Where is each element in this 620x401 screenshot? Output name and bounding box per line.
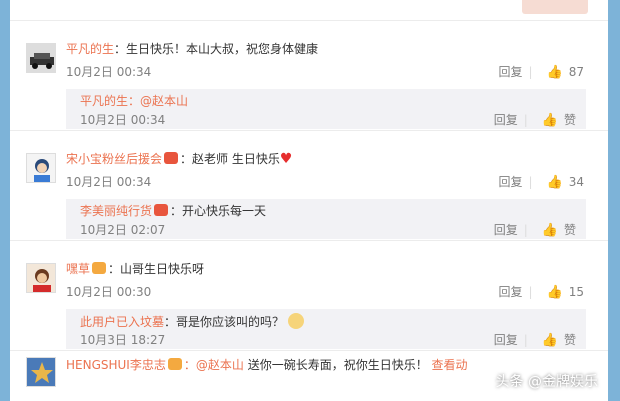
avatar[interactable]	[26, 263, 56, 293]
reply-box: 李美丽纯行货 ：开心快乐每一天 10月2日 02:07 回复 | 👍 赞	[66, 199, 586, 239]
like-thumb-icon[interactable]: 👍	[547, 285, 563, 300]
like-label[interactable]: 赞	[564, 223, 576, 237]
comment-line: 宋小宝粉丝后援会 ：赵老师 生日快乐♥	[66, 151, 292, 167]
comment-date: 10月2日 00:34	[66, 175, 152, 189]
reply-username-link[interactable]: 李美丽纯行货	[80, 204, 152, 218]
like-thumb-icon[interactable]: 👍	[547, 65, 563, 80]
like-thumb-icon[interactable]: 👍	[542, 223, 558, 238]
like-thumb-icon[interactable]: 👍	[547, 175, 563, 190]
reply-date: 10月2日 02:07	[80, 223, 166, 237]
avatar[interactable]	[26, 357, 56, 387]
like-count: 87	[568, 65, 584, 79]
like-label[interactable]: 赞	[564, 333, 576, 347]
like-count: 34	[568, 175, 584, 189]
car-avatar-icon	[27, 44, 55, 72]
reply-button[interactable]: 回复	[498, 175, 522, 189]
reply-line: 此用户已入坟墓：哥是你应该叫的吗？	[80, 313, 305, 330]
comment-text: 送你一碗长寿面，祝你生日快乐！	[243, 358, 428, 372]
reply-actions: 回复 | 👍 赞	[488, 222, 576, 239]
comment-text: ：山哥生日快乐呀	[108, 262, 205, 276]
top-action-button[interactable]	[522, 0, 588, 14]
reply-actions: 回复 | 👍 赞	[488, 332, 576, 349]
comment-meta: 10月2日 00:34 回复 | 👍 87	[66, 64, 592, 80]
reply-date: 10月3日 18:27	[80, 333, 166, 347]
comment-panel: 平凡的生：生日快乐！本山大叔，祝您身体健康 10月2日 00:34 回复 | 👍 87…	[10, 0, 608, 401]
comment-line: HENGSHUI李忠志 ：@赵本山 送你一碗长寿面，祝你生日快乐！ 查看动	[66, 357, 468, 373]
divider: |	[523, 223, 528, 237]
vip-badge-icon	[92, 262, 107, 274]
fan-badge-icon	[164, 152, 179, 164]
reply-box: 平凡的生：@赵本山 10月2日 00:34 回复 | 👍 赞	[66, 89, 586, 129]
username-link[interactable]: 平凡的生	[66, 42, 114, 56]
like-count: 15	[568, 285, 584, 299]
comment-date: 10月2日 00:34	[66, 65, 152, 79]
doge-emoji-icon	[288, 313, 305, 329]
reply-actions: 回复 | 👍 赞	[488, 112, 576, 129]
fan-badge-icon	[154, 204, 169, 216]
view-more-link[interactable]: 查看动	[432, 358, 468, 372]
divider: |	[528, 65, 533, 79]
comment-date: 10月2日 00:30	[66, 285, 152, 299]
reply-button[interactable]: 回复	[494, 113, 518, 127]
top-bar	[10, 0, 608, 20]
comment-line: 嘿草 ：山哥生日快乐呀	[66, 261, 204, 277]
divider: |	[528, 175, 533, 189]
divider: |	[528, 285, 533, 299]
reply-text: ：哥是你应该叫的吗？	[164, 315, 285, 329]
avatar[interactable]	[26, 43, 56, 73]
vip-badge-icon	[167, 358, 182, 370]
reply-box: 此用户已入坟墓：哥是你应该叫的吗？ 10月3日 18:27 回复 | 👍 赞	[66, 309, 586, 349]
comment-item: 嘿草 ：山哥生日快乐呀 10月2日 00:30 回复 | 👍 15 此用户已入坟墓：哥是…	[10, 240, 608, 350]
comment-text: ：赵老师 生日快乐	[180, 152, 280, 166]
mention-link[interactable]: ：@赵本山	[184, 358, 244, 372]
reply-text[interactable]: ：@赵本山	[128, 94, 188, 108]
flag-avatar-icon	[27, 358, 55, 386]
reply-username-link[interactable]: 平凡的生	[80, 94, 128, 108]
reply-button[interactable]: 回复	[494, 223, 518, 237]
like-thumb-icon[interactable]: 👍	[542, 113, 558, 128]
reply-meta: 10月3日 18:27 回复 | 👍 赞	[80, 332, 576, 348]
username-link[interactable]: 嘿草	[66, 262, 90, 276]
username-link[interactable]: 宋小宝粉丝后援会	[66, 152, 162, 166]
comment-actions: 回复 | 👍 15	[492, 284, 584, 301]
comment-item: 宋小宝粉丝后援会 ：赵老师 生日快乐♥ 10月2日 00:34 回复 | 👍 34 李美…	[10, 130, 608, 240]
like-label[interactable]: 赞	[564, 113, 576, 127]
heart-emoji-icon: ♥	[279, 151, 293, 167]
reply-line: 平凡的生：@赵本山	[80, 93, 188, 109]
watermark: 头条 @金牌娱乐	[495, 374, 598, 390]
divider: |	[523, 113, 528, 127]
comment-text: ：生日快乐！本山大叔，祝您身体健康	[114, 42, 319, 56]
reply-meta: 10月2日 02:07 回复 | 👍 赞	[80, 222, 576, 238]
reply-date: 10月2日 00:34	[80, 113, 166, 127]
reply-button[interactable]: 回复	[494, 333, 518, 347]
comment-meta: 10月2日 00:34 回复 | 👍 34	[66, 174, 592, 190]
reply-text: ：开心快乐每一天	[170, 204, 267, 218]
reply-meta: 10月2日 00:34 回复 | 👍 赞	[80, 112, 576, 128]
reply-line: 李美丽纯行货 ：开心快乐每一天	[80, 203, 266, 219]
divider: |	[523, 333, 528, 347]
comment-actions: 回复 | 👍 34	[492, 174, 584, 191]
avatar[interactable]	[26, 153, 56, 183]
like-thumb-icon[interactable]: 👍	[542, 333, 558, 348]
comment-actions: 回复 | 👍 87	[492, 64, 584, 81]
reply-username-link[interactable]: 此用户已入坟墓	[80, 315, 164, 329]
comment-line: 平凡的生：生日快乐！本山大叔，祝您身体健康	[66, 41, 318, 57]
username-link[interactable]: HENGSHUI李忠志	[66, 358, 166, 372]
comment-item: 平凡的生：生日快乐！本山大叔，祝您身体健康 10月2日 00:34 回复 | 👍 87…	[10, 20, 608, 130]
person-avatar-icon	[27, 154, 55, 182]
person-avatar-icon	[27, 264, 55, 292]
reply-button[interactable]: 回复	[498, 65, 522, 79]
reply-button[interactable]: 回复	[498, 285, 522, 299]
comment-meta: 10月2日 00:30 回复 | 👍 15	[66, 284, 592, 300]
